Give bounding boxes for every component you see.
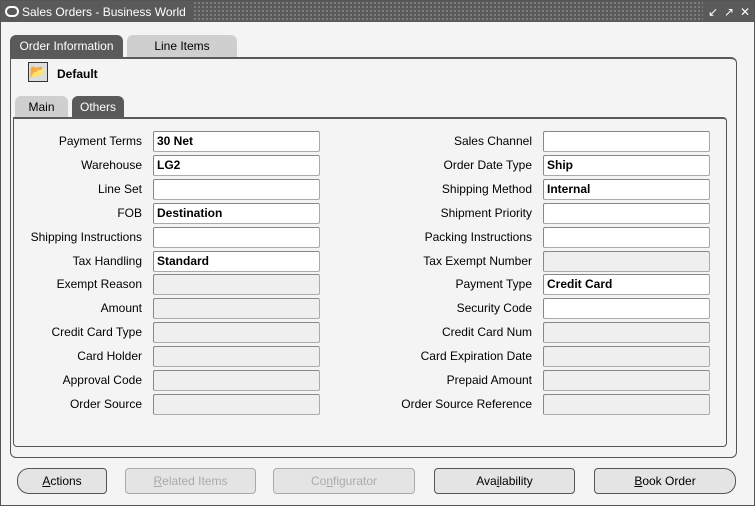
order-date-type-field[interactable]: Ship xyxy=(543,155,710,176)
configurator-button[interactable]: Configurator xyxy=(273,468,415,494)
line-set-field[interactable] xyxy=(153,179,320,200)
line-set-label: Line Set xyxy=(97,182,142,196)
fob-label: FOB xyxy=(117,206,142,220)
card-expiration-date-field xyxy=(543,346,710,367)
order-source-label: Order Source xyxy=(69,397,142,411)
credit-card-type-field xyxy=(153,322,320,343)
payment-terms-field[interactable]: 30 Net xyxy=(153,131,320,152)
tax-exempt-number-field xyxy=(543,251,710,272)
tab-main[interactable]: Main xyxy=(15,96,68,118)
order-source-reference-label: Order Source Reference xyxy=(401,397,532,411)
folder-name: Default xyxy=(57,67,98,81)
maximize-icon[interactable]: ↗ xyxy=(723,5,735,19)
amount-label: Amount xyxy=(100,301,142,315)
shipping-instructions-field[interactable] xyxy=(153,227,320,248)
credit-card-num-label: Credit Card Num xyxy=(441,325,532,339)
card-holder-label: Card Holder xyxy=(77,349,142,363)
title-area: Sales Orders - Business World xyxy=(1,1,192,22)
security-code-field[interactable] xyxy=(543,298,710,319)
actions-button[interactable]: Actions xyxy=(17,468,107,494)
related-items-button[interactable]: Related Items xyxy=(125,468,256,494)
exempt-reason-label: Exempt Reason xyxy=(56,277,142,291)
book-order-button[interactable]: Book Order xyxy=(594,468,736,494)
credit-card-num-field xyxy=(543,322,710,343)
card-holder-field xyxy=(153,346,320,367)
order-source-field xyxy=(153,394,320,415)
tab-order-information[interactable]: Order Information xyxy=(10,35,123,57)
tax-handling-field[interactable]: Standard xyxy=(153,251,320,272)
minimize-icon[interactable]: ↙ xyxy=(707,5,719,19)
prepaid-amount-field xyxy=(543,370,710,391)
payment-type-label: Payment Type xyxy=(455,277,533,291)
availability-button[interactable]: Availability xyxy=(434,468,575,494)
close-icon[interactable]: ✕ xyxy=(739,5,751,19)
open-folder-icon: 📂 xyxy=(29,64,47,79)
shipping-instructions-label: Shipping Instructions xyxy=(30,230,142,244)
window-title: Sales Orders - Business World xyxy=(22,4,186,19)
packing-instructions-field[interactable] xyxy=(543,227,710,248)
order-source-reference-field xyxy=(543,394,710,415)
security-code-label: Security Code xyxy=(456,301,532,315)
sales-orders-window: Sales Orders - Business World ↙ ↗ ✕ Orde… xyxy=(0,0,755,506)
packing-instructions-label: Packing Instructions xyxy=(424,230,532,244)
card-expiration-date-label: Card Expiration Date xyxy=(420,349,532,363)
shipment-priority-field[interactable] xyxy=(543,203,710,224)
warehouse-label: Warehouse xyxy=(81,158,142,172)
fob-field[interactable]: Destination xyxy=(153,203,320,224)
shipment-priority-label: Shipment Priority xyxy=(440,206,532,220)
payment-type-field[interactable]: Credit Card xyxy=(543,274,710,295)
approval-code-field xyxy=(153,370,320,391)
window-controls: ↙ ↗ ✕ xyxy=(703,1,754,22)
order-date-type-label: Order Date Type xyxy=(443,158,533,172)
folder-button[interactable]: 📂 xyxy=(28,62,48,82)
prepaid-amount-label: Prepaid Amount xyxy=(446,373,532,387)
shipping-method-field[interactable]: Internal xyxy=(543,179,710,200)
tax-exempt-number-label: Tax Exempt Number xyxy=(423,254,532,268)
exempt-reason-field xyxy=(153,274,320,295)
tab-others[interactable]: Others xyxy=(72,96,124,118)
tab-line-items[interactable]: Line Items xyxy=(127,35,237,57)
payment-terms-label: Payment Terms xyxy=(58,134,142,148)
amount-field xyxy=(153,298,320,319)
approval-code-label: Approval Code xyxy=(62,373,142,387)
title-bar[interactable]: Sales Orders - Business World ↙ ↗ ✕ xyxy=(1,1,754,22)
sales-channel-label: Sales Channel xyxy=(453,134,532,148)
shipping-method-label: Shipping Method xyxy=(441,182,532,196)
sales-channel-field[interactable] xyxy=(543,131,710,152)
credit-card-type-label: Credit Card Type xyxy=(51,325,143,339)
warehouse-field[interactable]: LG2 xyxy=(153,155,320,176)
tax-handling-label: Tax Handling xyxy=(72,254,142,268)
oracle-logo-icon xyxy=(5,6,19,17)
